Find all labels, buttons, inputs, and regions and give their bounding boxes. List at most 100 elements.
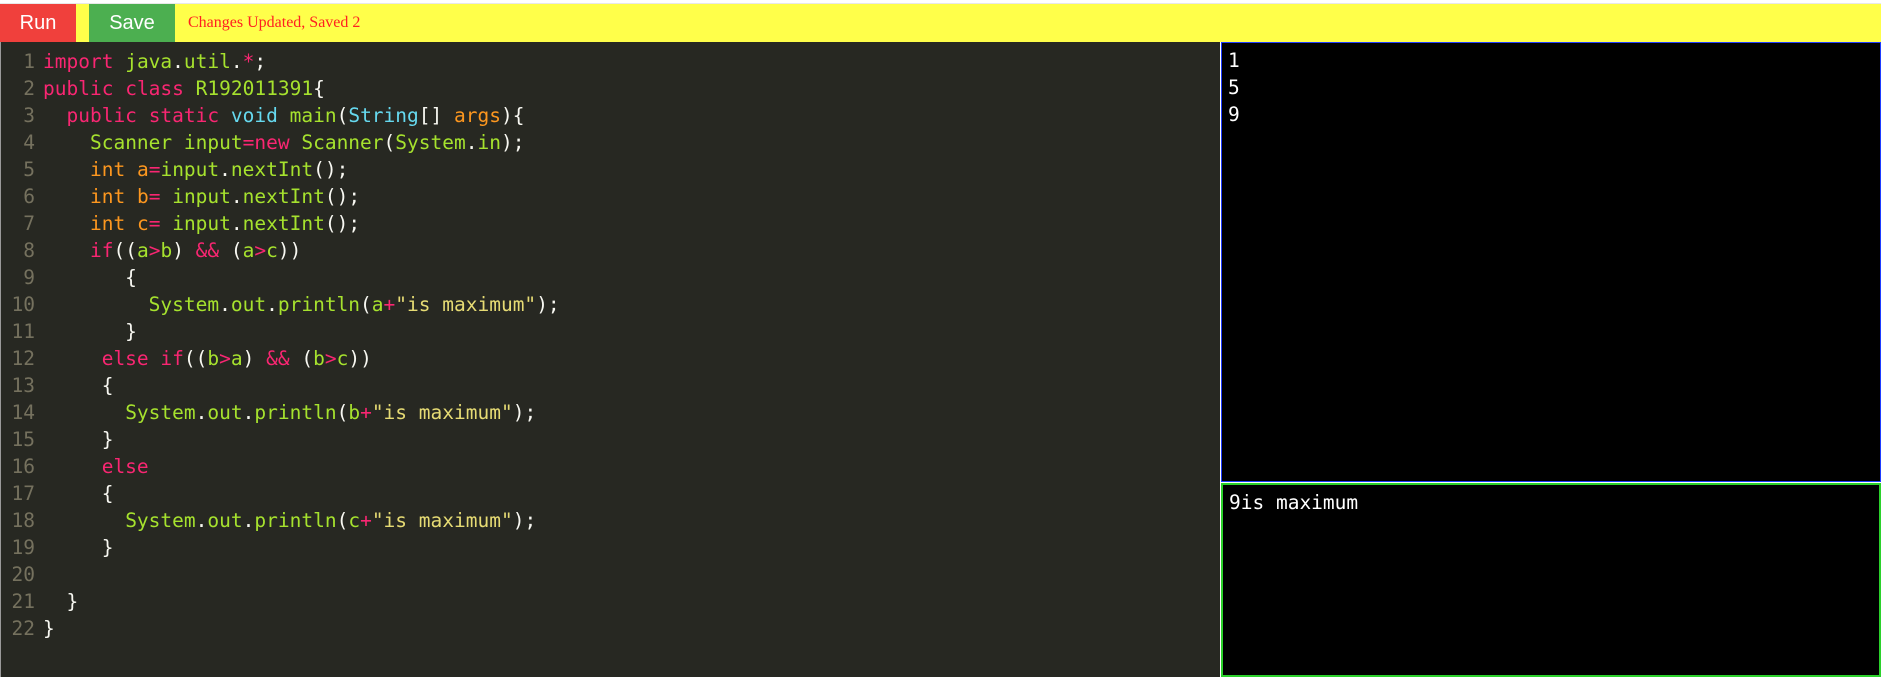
code-token: input	[183, 131, 243, 154]
code-token: []	[418, 104, 455, 127]
line-number: 1	[23, 50, 35, 73]
code-token: .	[219, 158, 231, 181]
code-token: )	[172, 239, 196, 262]
code-token: {	[313, 77, 325, 100]
code-token: println	[254, 401, 337, 424]
code-token: b	[348, 401, 361, 424]
code-token: *	[242, 50, 255, 73]
code-token: out	[207, 509, 243, 532]
code-token: c	[336, 347, 349, 370]
code-line[interactable]: 17 {	[1, 480, 114, 507]
code-token: String	[348, 104, 419, 127]
toolbar: Run Save Changes Updated, Saved 2	[0, 3, 1881, 42]
line-number: 20	[11, 563, 35, 586]
code-token: input	[172, 185, 231, 208]
run-button[interactable]: Run	[0, 4, 76, 42]
code-token: void	[230, 104, 278, 127]
stdin-input-pane[interactable]: 1 5 9	[1221, 42, 1881, 482]
code-token: args	[454, 104, 501, 127]
status-message: Changes Updated, Saved 2	[188, 14, 361, 31]
code-token: a	[136, 158, 149, 181]
code-token: b	[160, 239, 173, 262]
code-line[interactable]: 11 }	[1, 318, 137, 345]
code-line[interactable]: 7 int c= input.nextInt();	[1, 210, 360, 237]
code-token: =	[242, 131, 255, 154]
code-line[interactable]: 19 }	[1, 534, 114, 561]
code-token: if	[89, 239, 114, 262]
stdin-text[interactable]: 1 5 9	[1222, 43, 1880, 132]
code-token: >	[219, 347, 231, 370]
code-token: .	[172, 50, 184, 73]
code-token: .	[230, 50, 243, 73]
stdout-text: 9is maximum	[1229, 491, 1359, 514]
code-line[interactable]: 1 import java.util.*;	[1, 48, 266, 75]
line-number: 10	[11, 293, 35, 316]
code-token: "is maximum"	[371, 401, 513, 424]
code-token: ))	[348, 347, 372, 370]
code-token: +	[360, 509, 372, 532]
code-line[interactable]: 15 }	[1, 426, 114, 453]
line-number: 14	[11, 401, 35, 424]
save-button[interactable]: Save	[89, 4, 175, 42]
code-line[interactable]: 14 System.out.println(b+"is maximum");	[1, 399, 537, 426]
code-line[interactable]: 9 {	[1, 264, 137, 291]
code-line[interactable]: 6 int b= input.nextInt();	[1, 183, 360, 210]
code-editor[interactable]: 1 import java.util.*; 2 public class R19201…	[0, 42, 1220, 677]
line-number: 9	[23, 266, 35, 289]
code-token: ))	[277, 239, 302, 262]
code-token: );	[536, 293, 560, 316]
code-token: +	[383, 293, 396, 316]
code-token: ();	[313, 158, 349, 181]
code-line[interactable]: 13 {	[1, 372, 114, 399]
line-number: 8	[23, 239, 35, 262]
code-token: (	[360, 293, 372, 316]
code-token: "is maximum"	[371, 509, 513, 532]
code-token: else	[101, 347, 149, 370]
code-token: &&	[195, 239, 220, 262]
code-line[interactable]: 22}	[1, 615, 55, 642]
code-token: Scanner	[89, 131, 173, 154]
code-token: {	[43, 374, 114, 397]
code-token: c	[266, 239, 278, 262]
code-line[interactable]: 8 if((a>b) && (a>c))	[1, 237, 301, 264]
code-line[interactable]: 2 public class R192011391{	[1, 75, 325, 102]
code-line[interactable]: 18 System.out.println(c+"is maximum");	[1, 507, 537, 534]
code-token: out	[230, 293, 267, 316]
code-token: (	[383, 131, 396, 154]
code-token: input	[172, 212, 231, 235]
code-token: }	[43, 536, 114, 559]
code-line[interactable]: 16 else	[1, 453, 149, 480]
code-line[interactable]: 12 else if((b>a) && (b>c))	[1, 345, 372, 372]
code-token: public	[43, 77, 114, 100]
line-number: 11	[11, 320, 35, 343]
code-line[interactable]: 5 int a=input.nextInt();	[1, 156, 348, 183]
code-token: )	[242, 347, 267, 370]
code-token: out	[207, 401, 243, 424]
code-token: "is maximum"	[395, 293, 537, 316]
code-line[interactable]: 10 System.out.println(a+"is maximum");	[1, 291, 560, 318]
code-token: );	[512, 401, 537, 424]
code-line[interactable]: 20	[1, 561, 43, 588]
code-line[interactable]: 4 Scanner input=new Scanner(System.in);	[1, 129, 524, 156]
line-number: 16	[11, 455, 35, 478]
code-token: int	[89, 158, 126, 181]
code-token: static	[148, 104, 220, 127]
code-line[interactable]: 21 }	[1, 588, 79, 615]
code-token: >	[254, 239, 267, 262]
code-token: b	[136, 185, 149, 208]
code-token: }	[43, 428, 114, 451]
code-token: println	[254, 509, 337, 532]
code-token: }	[43, 320, 137, 343]
code-line[interactable]: 3 public static void main(String[] args)…	[1, 102, 524, 129]
